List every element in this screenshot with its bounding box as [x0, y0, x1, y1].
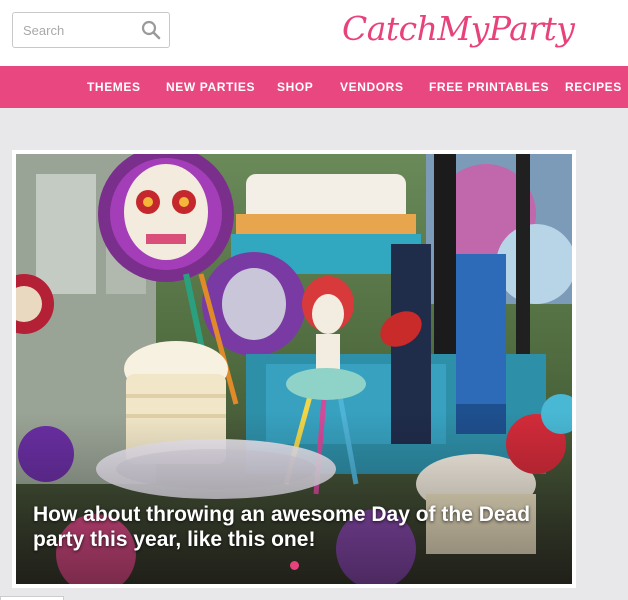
hero-slide[interactable]: How about throwing an awesome Day of the… [16, 154, 572, 584]
search-box[interactable] [12, 12, 170, 48]
slide-indicator-dot[interactable] [290, 561, 299, 570]
header: CatchMyParty [0, 0, 628, 66]
nav-item-themes[interactable]: THEMES [87, 66, 141, 108]
nav-item-new-parties[interactable]: NEW PARTIES [166, 66, 255, 108]
nav-item-recipes[interactable]: RECIPES [565, 66, 622, 108]
search-input[interactable] [13, 13, 137, 47]
nav-item-shop[interactable]: SHOP [277, 66, 313, 108]
nav-item-vendors[interactable]: VENDORS [340, 66, 404, 108]
site-logo[interactable]: CatchMyParty [342, 4, 575, 54]
hero-caption[interactable]: How about throwing an awesome Day of the… [33, 502, 563, 552]
logo-text: CatchMyParty [342, 9, 575, 48]
nav-item-free-printables[interactable]: FREE PRINTABLES [429, 66, 549, 108]
search-icon[interactable] [141, 20, 161, 40]
main-nav: THEMES NEW PARTIES SHOP VENDORS FREE PRI… [0, 66, 628, 108]
hero-slider[interactable]: How about throwing an awesome Day of the… [12, 150, 576, 588]
bottom-tab-edge [0, 596, 64, 600]
